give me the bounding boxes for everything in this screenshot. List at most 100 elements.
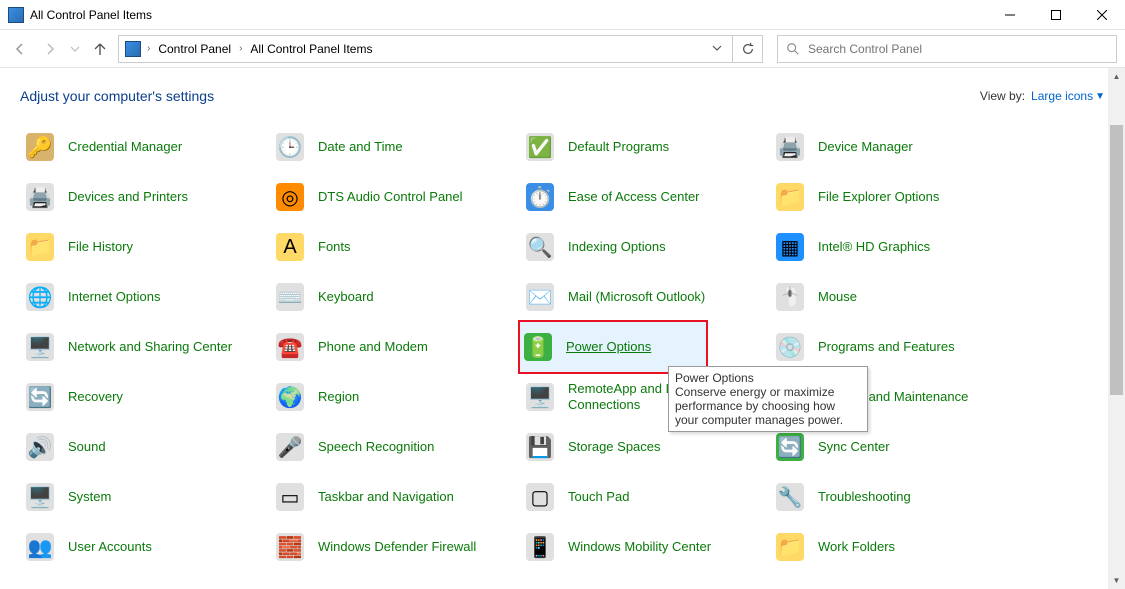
cp-item-fonts[interactable]: A Fonts (270, 222, 520, 272)
scroll-up-button[interactable]: ▲ (1108, 68, 1125, 85)
cp-item-speech[interactable]: 🎤Speech Recognition (270, 422, 520, 472)
scroll-thumb[interactable] (1110, 125, 1123, 395)
cp-item-label: Troubleshooting (818, 489, 911, 505)
remoteapp-icon: 🖥️ (524, 381, 556, 413)
cp-item-label: Date and Time (318, 139, 403, 155)
forward-button[interactable] (38, 37, 62, 61)
tooltip-body: Conserve energy or maximize performance … (675, 385, 861, 427)
cp-item-firewall[interactable]: 🧱 Windows Defender Firewall (270, 522, 520, 572)
cp-item-label: System (68, 489, 111, 505)
system-icon: 🖥️ (24, 481, 56, 513)
cp-item-network[interactable]: 🖥️Network and Sharing Center (20, 322, 270, 372)
network-icon: 🖥️ (24, 331, 56, 363)
cp-item-label: File History (68, 239, 133, 255)
cp-item-label: Keyboard (318, 289, 374, 305)
search-input[interactable] (806, 41, 1108, 57)
cp-item-touchpad[interactable]: ▢Touch Pad (520, 472, 770, 522)
phone-icon: ☎️ (274, 331, 306, 363)
mail-icon: ✉️ (524, 281, 556, 313)
default-programs-icon: ✅ (524, 131, 556, 163)
workfolders-icon: 📁 (774, 531, 806, 563)
tooltip: Power Options Conserve energy or maximiz… (668, 366, 868, 432)
file-history-icon: 📁 (24, 231, 56, 263)
scroll-down-button[interactable]: ▼ (1108, 572, 1125, 589)
cp-item-mouse[interactable]: 🖱️Mouse (770, 272, 1020, 322)
cp-item-programs[interactable]: 💿Programs and Features (770, 322, 1020, 372)
titlebar: All Control Panel Items (0, 0, 1125, 30)
maximize-button[interactable] (1033, 0, 1079, 30)
close-button[interactable] (1079, 0, 1125, 30)
breadcrumb-1[interactable]: Control Panel (156, 42, 233, 56)
cp-item-label: Phone and Modem (318, 339, 428, 355)
storage-icon: 💾 (524, 431, 556, 463)
recovery-icon: 🔄 (24, 381, 56, 413)
cp-item-label: Speech Recognition (318, 439, 434, 455)
cp-item-indexing[interactable]: 🔍Indexing Options (520, 222, 770, 272)
cp-item-label: Storage Spaces (568, 439, 661, 455)
minimize-button[interactable] (987, 0, 1033, 30)
cp-item-label: Windows Mobility Center (568, 539, 711, 555)
cp-item-label: Devices and Printers (68, 189, 188, 205)
address-dropdown[interactable] (708, 42, 726, 56)
cp-item-keyboard[interactable]: ⌨️Keyboard (270, 272, 520, 322)
fonts-icon: A (274, 231, 306, 263)
cp-item-sound[interactable]: 🔊Sound (20, 422, 270, 472)
cp-item-intel[interactable]: ▦Intel® HD Graphics (770, 222, 1020, 272)
chevron-down-icon[interactable]: ▼ (1095, 91, 1105, 102)
cp-item-label: Windows Defender Firewall (318, 539, 476, 555)
cp-item-label: Touch Pad (568, 489, 629, 505)
cp-item-system[interactable]: 🖥️ System (20, 472, 270, 522)
chevron-right-icon: › (237, 43, 244, 54)
cp-item-recovery[interactable]: 🔄 Recovery (20, 372, 270, 422)
cp-item-mobility[interactable]: 📱 Windows Mobility Center (520, 522, 770, 572)
cp-item-internet[interactable]: 🌐Internet Options (20, 272, 270, 322)
cp-item-label: Sync Center (818, 439, 890, 455)
cp-item-label: Sound (68, 439, 106, 455)
cp-item-label: Power Options (566, 339, 651, 355)
cp-item-label: File Explorer Options (818, 189, 939, 205)
cp-item-taskbar[interactable]: ▭Taskbar and Navigation (270, 472, 520, 522)
recent-dropdown[interactable] (68, 37, 82, 61)
cp-item-label: Default Programs (568, 139, 669, 155)
mobility-icon: 📱 (524, 531, 556, 563)
cp-item-default-programs[interactable]: ✅ Default Programs (520, 122, 770, 172)
indexing-icon: 🔍 (524, 231, 556, 263)
cp-item-troubleshooting[interactable]: 🔧Troubleshooting (770, 472, 1020, 522)
cp-item-file-explorer[interactable]: 📁 File Explorer Options (770, 172, 1020, 222)
cp-item-region[interactable]: 🌍Region (270, 372, 520, 422)
cp-item-phone[interactable]: ☎️ Phone and Modem (270, 322, 520, 372)
file-explorer-icon: 📁 (774, 181, 806, 213)
cp-item-file-history[interactable]: 📁 File History (20, 222, 270, 272)
cp-item-workfolders[interactable]: 📁Work Folders (770, 522, 1020, 572)
cp-item-dts[interactable]: ◎ DTS Audio Control Panel (270, 172, 520, 222)
programs-icon: 💿 (774, 331, 806, 363)
back-button[interactable] (8, 37, 32, 61)
content-header: Adjust your computer's settings View by:… (0, 68, 1125, 112)
cp-item-ease-access[interactable]: ⏱️Ease of Access Center (520, 172, 770, 222)
cp-item-label: Credential Manager (68, 139, 182, 155)
up-button[interactable] (88, 37, 112, 61)
search-box[interactable] (777, 35, 1117, 63)
vertical-scrollbar[interactable]: ▲ ▼ (1108, 68, 1125, 589)
cp-item-label: Recovery (68, 389, 123, 405)
viewby-value[interactable]: Large icons (1031, 89, 1093, 103)
control-panel-icon (125, 41, 141, 57)
breadcrumb-2[interactable]: All Control Panel Items (248, 42, 374, 56)
address-bar[interactable]: › Control Panel › All Control Panel Item… (118, 35, 733, 63)
cp-item-credential[interactable]: 🔑Credential Manager (20, 122, 270, 172)
dts-icon: ◎ (274, 181, 306, 213)
chevron-right-icon: › (145, 43, 152, 54)
cp-item-device-manager[interactable]: 🖨️Device Manager (770, 122, 1020, 172)
cp-item-devices-printers[interactable]: 🖨️Devices and Printers (20, 172, 270, 222)
firewall-icon: 🧱 (274, 531, 306, 563)
cp-item-label: Fonts (318, 239, 351, 255)
cp-item-user-accounts[interactable]: 👥User Accounts (20, 522, 270, 572)
cp-item-mail[interactable]: ✉️ Mail (Microsoft Outlook) (520, 272, 770, 322)
cp-item-datetime[interactable]: 🕒Date and Time (270, 122, 520, 172)
scroll-track[interactable] (1108, 85, 1125, 572)
cp-item-label: Mail (Microsoft Outlook) (568, 289, 705, 305)
refresh-button[interactable] (733, 35, 763, 63)
search-icon (786, 42, 800, 56)
page-heading: Adjust your computer's settings (20, 88, 214, 104)
cp-item-label: DTS Audio Control Panel (318, 189, 463, 205)
